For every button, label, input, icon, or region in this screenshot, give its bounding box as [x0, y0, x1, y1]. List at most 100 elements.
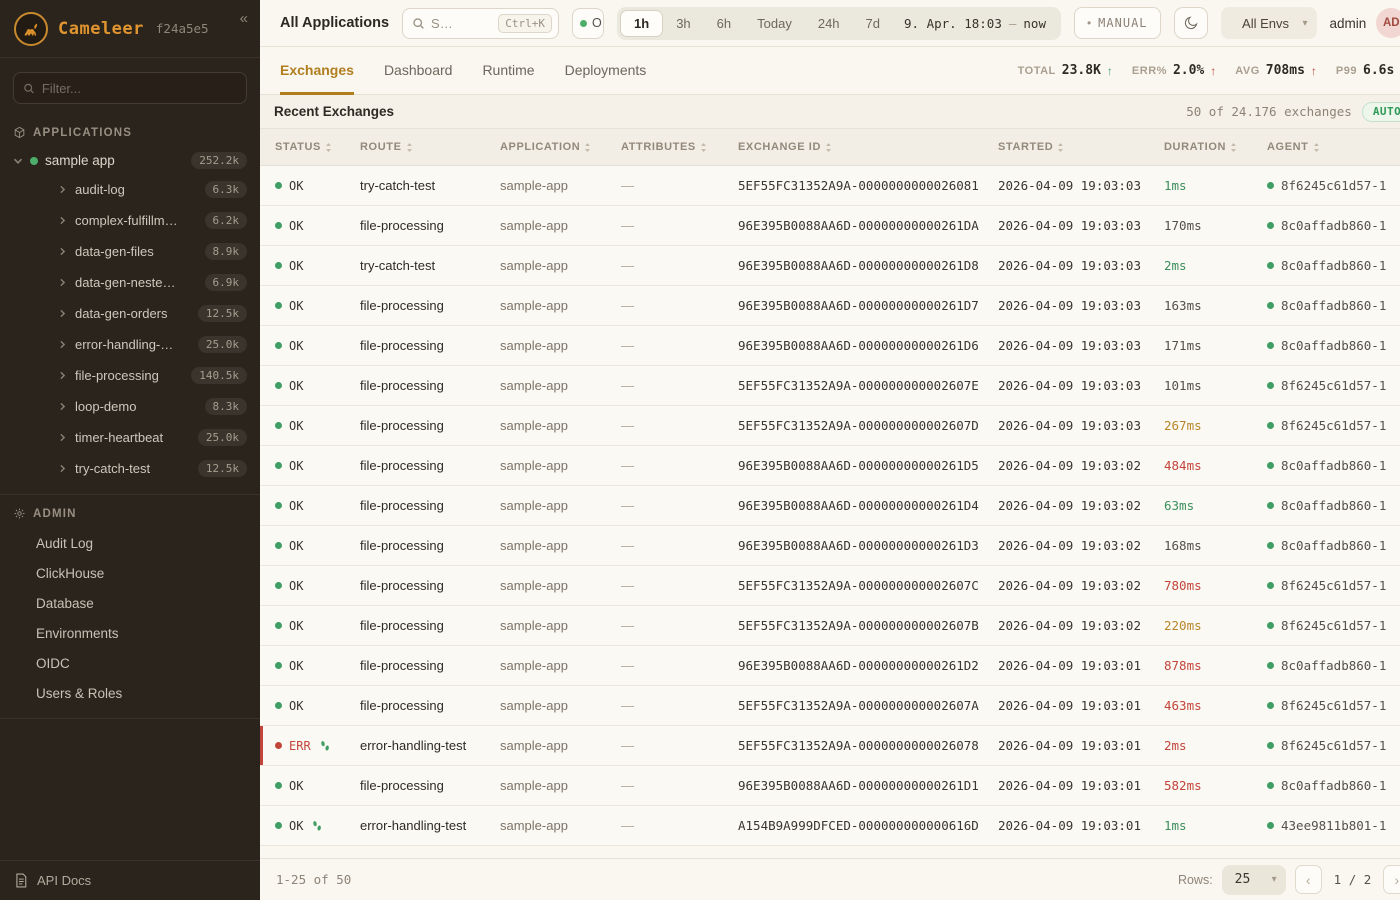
- admin-menu-item[interactable]: Audit Log: [0, 528, 260, 558]
- chevron-right-icon[interactable]: [58, 340, 67, 349]
- table-row[interactable]: OK file-processing sample-app — 96E395B0…: [260, 326, 1400, 366]
- chevron-right-icon[interactable]: [58, 309, 67, 318]
- table-row[interactable]: OK file-processing sample-app — 5EF55FC3…: [260, 366, 1400, 406]
- admin-header-label: ADMIN: [33, 508, 77, 520]
- table-row[interactable]: ERR error-handling-test sample-app — 5EF…: [260, 726, 1400, 766]
- admin-menu-item[interactable]: ClickHouse: [0, 558, 260, 588]
- chevron-right-icon[interactable]: [58, 402, 67, 411]
- table-row[interactable]: OK try-catch-test sample-app — 96E395B00…: [260, 246, 1400, 286]
- table-row[interactable]: OK file-processing sample-app — 96E395B0…: [260, 526, 1400, 566]
- tab[interactable]: Dashboard: [384, 47, 453, 95]
- table-row[interactable]: OK file-processing sample-app — 96E395B0…: [260, 286, 1400, 326]
- table-row[interactable]: OK file-processing sample-app — 96E395B0…: [260, 766, 1400, 806]
- sidebar-item-sample-app[interactable]: sample app 252.2k: [0, 147, 260, 174]
- panel-title: Recent Exchanges: [274, 104, 394, 119]
- tab[interactable]: Exchanges: [280, 47, 354, 95]
- api-docs-link[interactable]: API Docs: [0, 860, 260, 900]
- column-header[interactable]: STATUS: [275, 141, 360, 153]
- table-row[interactable]: OK file-processing sample-app — 5EF55FC3…: [260, 606, 1400, 646]
- sidebar-route-item[interactable]: complex-fulfillm… 6.2k: [0, 205, 260, 236]
- sidebar-route-item[interactable]: timer-heartbeat 25.0k: [0, 422, 260, 453]
- column-header[interactable]: AGENT: [1267, 141, 1400, 153]
- environment-selected-value: All Envs: [1235, 16, 1297, 31]
- column-header[interactable]: ROUTE: [360, 141, 500, 153]
- status-cell: OK: [275, 819, 360, 833]
- next-page-button[interactable]: ›: [1383, 865, 1400, 894]
- table-row[interactable]: OK file-processing sample-app — 5EF55FC3…: [260, 686, 1400, 726]
- agent-cell: 8f6245c61d57-1: [1267, 738, 1400, 753]
- table-row[interactable]: OK file-processing sample-app — 5EF55FC3…: [260, 566, 1400, 606]
- admin-menu-item[interactable]: Environments: [0, 618, 260, 648]
- duration-cell: 2ms: [1164, 258, 1267, 273]
- table-row[interactable]: OK file-processing sample-app — 96E395B0…: [260, 646, 1400, 686]
- sidebar-collapse-icon[interactable]: «: [240, 10, 248, 27]
- table-row[interactable]: OK file-processing sample-app — 96E395B0…: [260, 486, 1400, 526]
- chevron-down-icon[interactable]: [13, 156, 23, 166]
- column-header[interactable]: APPLICATION: [500, 141, 621, 153]
- global-search[interactable]: S… Ctrl+K: [402, 8, 559, 39]
- sidebar-route-item[interactable]: error-handling-… 25.0k: [0, 329, 260, 360]
- agent-cell: 8c0affadb860-1: [1267, 498, 1400, 513]
- route-count-badge: 6.2k: [205, 212, 248, 229]
- chevron-right-icon[interactable]: [58, 371, 67, 380]
- tab[interactable]: Deployments: [565, 47, 647, 95]
- column-header[interactable]: EXCHANGE ID: [738, 141, 998, 153]
- chevron-right-icon[interactable]: [58, 433, 67, 442]
- chevron-down-icon: ▾: [1272, 874, 1277, 885]
- agent-id-label: 8f6245c61d57-1: [1281, 418, 1386, 433]
- route-name-label: data-gen-orders: [75, 306, 168, 321]
- rows-per-page-value: 25: [1235, 872, 1272, 887]
- sidebar-route-item[interactable]: data-gen-orders 12.5k: [0, 298, 260, 329]
- time-range-button[interactable]: 24h: [805, 10, 853, 37]
- time-range-button[interactable]: Today: [744, 10, 805, 37]
- time-range-display[interactable]: 9. Apr. 18:03 – now: [893, 16, 1057, 31]
- attributes-cell: —: [621, 418, 738, 433]
- chevron-right-icon[interactable]: [58, 185, 67, 194]
- sidebar-route-item[interactable]: audit-log 6.3k: [0, 174, 260, 205]
- table-row[interactable]: OK try-catch-test sample-app — 5EF55FC31…: [260, 166, 1400, 206]
- column-header[interactable]: STARTED: [998, 141, 1164, 153]
- rows-per-page-select[interactable]: 25 ▾: [1222, 865, 1286, 895]
- filter-input[interactable]: [42, 81, 237, 96]
- prev-page-button[interactable]: ‹: [1295, 865, 1322, 894]
- table-row[interactable]: OK file-processing sample-app — 5EF55FC3…: [260, 406, 1400, 446]
- time-range-button[interactable]: 7d: [853, 10, 893, 37]
- admin-menu-item[interactable]: Database: [0, 588, 260, 618]
- chevron-right-icon[interactable]: [58, 216, 67, 225]
- agent-cell: 8c0affadb860-1: [1267, 458, 1400, 473]
- status-dot: [275, 222, 282, 229]
- table-row[interactable]: OK error-handling-test sample-app — A154…: [260, 806, 1400, 846]
- column-header[interactable]: DURATION: [1164, 141, 1267, 153]
- time-range-button[interactable]: 3h: [663, 10, 703, 37]
- sidebar-filter[interactable]: [13, 72, 247, 104]
- status-label: OK: [289, 579, 303, 593]
- chevron-right-icon[interactable]: [58, 278, 67, 287]
- table-row[interactable]: OK file-processing sample-app — 96E395B0…: [260, 446, 1400, 486]
- status-cell: OK: [275, 459, 360, 473]
- auto-refresh-badge[interactable]: AUTO: [1362, 102, 1400, 122]
- column-header[interactable]: ATTRIBUTES: [621, 141, 738, 153]
- manual-refresh-button[interactable]: • MANUAL: [1074, 7, 1161, 39]
- chevron-right-icon[interactable]: [58, 464, 67, 473]
- sidebar-route-item[interactable]: data-gen-files 8.9k: [0, 236, 260, 267]
- time-range-button[interactable]: 6h: [704, 10, 744, 37]
- admin-menu-item[interactable]: Users & Roles: [0, 678, 260, 708]
- admin-menu-item[interactable]: OIDC: [0, 648, 260, 678]
- time-range-button[interactable]: 1h: [620, 10, 663, 37]
- table-row[interactable]: OK file-processing sample-app — 96E395B0…: [260, 206, 1400, 246]
- sidebar-route-item[interactable]: data-gen-neste… 6.9k: [0, 267, 260, 298]
- tab[interactable]: Runtime: [482, 47, 534, 95]
- started-cell: 2026-04-09 19:03:01: [998, 738, 1164, 753]
- status-cell: OK: [275, 419, 360, 433]
- pagination-range-label: 1-25 of 50: [276, 872, 351, 887]
- sidebar-route-item[interactable]: loop-demo 8.3k: [0, 391, 260, 422]
- avatar[interactable]: AD: [1376, 8, 1400, 38]
- agent-status-dot: [1267, 782, 1274, 789]
- environment-select[interactable]: All Envs ▾: [1221, 7, 1317, 39]
- theme-toggle-button[interactable]: [1174, 7, 1208, 39]
- live-status-pill[interactable]: O: [572, 8, 604, 39]
- chevron-right-icon[interactable]: [58, 247, 67, 256]
- sidebar-route-item[interactable]: try-catch-test 12.5k: [0, 453, 260, 484]
- time-range-label: 6h: [717, 16, 731, 31]
- sidebar-route-item[interactable]: file-processing 140.5k: [0, 360, 260, 391]
